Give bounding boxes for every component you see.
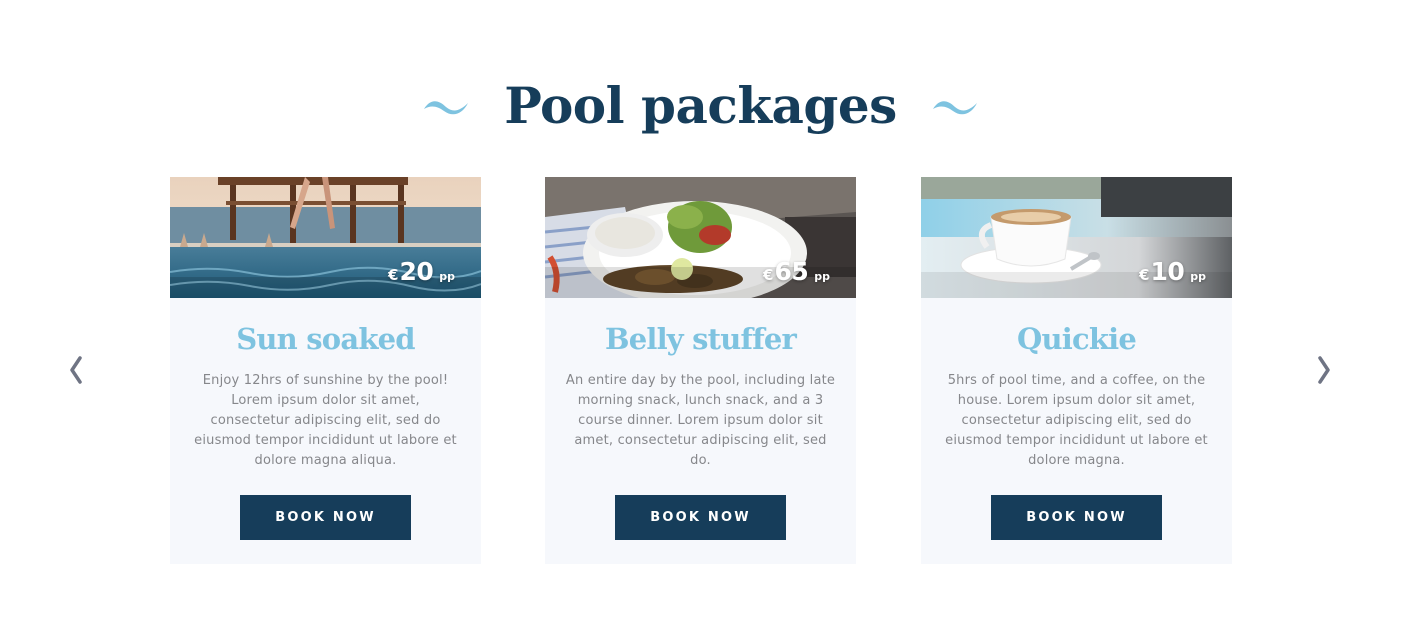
package-description: Enjoy 12hrs of sunshine by the pool! Lor… [194,373,457,468]
wave-icon [932,101,977,115]
price-tag: €65 pp [763,257,830,286]
package-description: An entire day by the pool, including lat… [565,373,836,468]
package-title: Belly stuffer [604,322,797,356]
package-card: €20 pp Sun soaked Enjoy 12hrs of sunshine… [170,177,481,564]
price-tag: €10 pp [1139,257,1206,286]
page-title: Pool packages [504,76,897,135]
package-photo: €20 pp [170,177,481,298]
section-header: Pool packages [0,70,1401,142]
book-now-button[interactable]: BOOK NOW [240,495,411,540]
package-title: Quickie [1017,322,1137,356]
package-photo: €10 pp [921,177,1232,298]
chevron-right-icon [1318,356,1330,384]
package-title: Sun soaked [236,322,415,356]
carousel-next-button[interactable] [1312,352,1336,388]
carousel-prev-button[interactable] [64,352,88,388]
chevron-left-icon [70,356,82,384]
book-now-button[interactable]: BOOK NOW [991,495,1162,540]
wave-icon [424,101,469,115]
package-card: €65 pp Belly stuffer An entire day by the… [545,177,856,564]
package-description: 5hrs of pool time, and a coffee, on the … [945,373,1208,468]
book-now-button[interactable]: BOOK NOW [615,495,786,540]
price-tag: €20 pp [388,257,455,286]
package-card: €10 pp Quickie 5hrs of pool time, and a c… [921,177,1232,564]
package-photo: €65 pp [545,177,856,298]
